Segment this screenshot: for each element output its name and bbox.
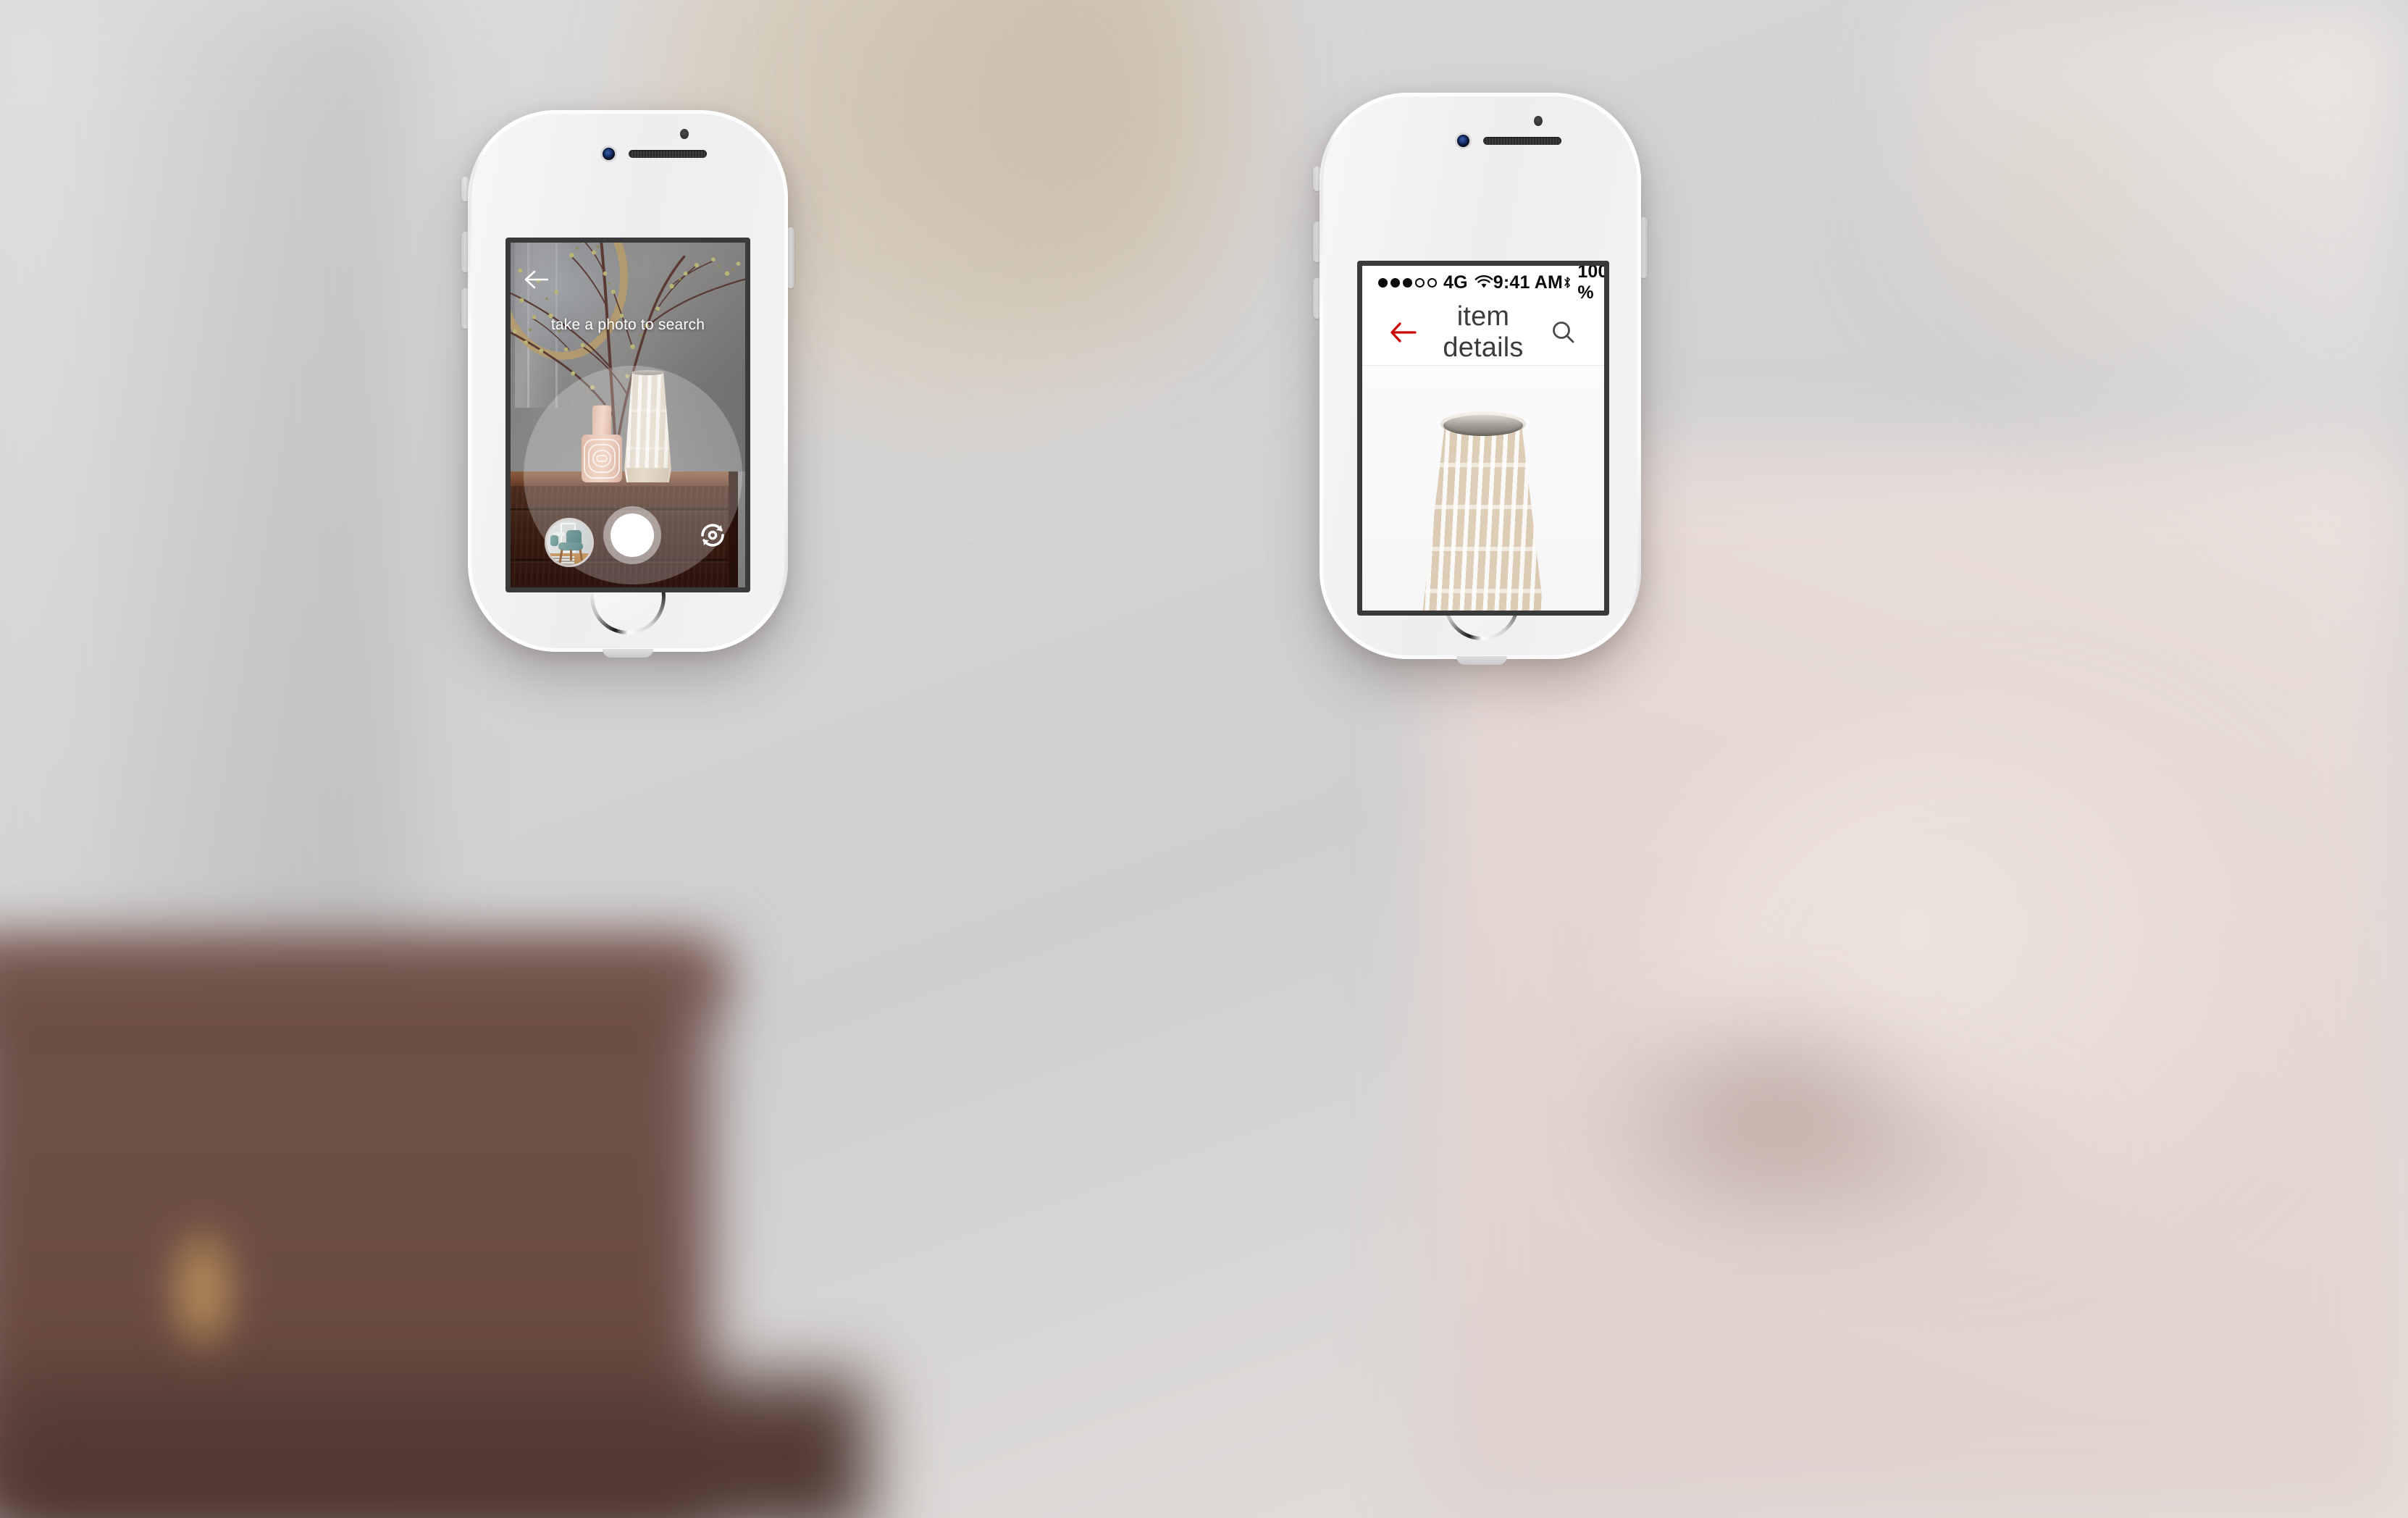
- backdrop-left-wall: [0, 0, 406, 1050]
- tall-vase-rim: [632, 370, 664, 376]
- product-vase-bands: [1403, 421, 1564, 611]
- right-phone-proximity-sensor: [1534, 116, 1543, 126]
- blurred-room-backdrop: [0, 0, 2408, 1518]
- product-vase-rim: [1443, 414, 1523, 436]
- camera-back-arrow-icon[interactable]: [524, 269, 548, 290]
- bluetooth-icon: [1564, 277, 1571, 288]
- shutter-button[interactable]: [611, 513, 654, 557]
- pink-vase-neck: [592, 406, 612, 438]
- product-image-carousel[interactable]: [1362, 366, 1604, 611]
- right-phone-front-camera: [1457, 135, 1469, 147]
- tall-vase-bands: [624, 372, 671, 482]
- viewfinder-right-wall: [737, 471, 745, 587]
- signal-strength-dots: [1378, 277, 1437, 288]
- gallery-thumbnail-icon[interactable]: [547, 520, 592, 565]
- status-bar: 4G 9:41 AM 100 %: [1362, 266, 1604, 303]
- tall-vase-base: [626, 468, 670, 482]
- right-phone-screen: 4G 9:41 AM 100 %: [1357, 261, 1609, 616]
- product-vase-image: [1388, 411, 1578, 611]
- back-arrow-icon: [1390, 322, 1417, 343]
- viewfinder-drawer-line-2: [511, 558, 745, 563]
- camera-viewfinder[interactable]: take a photo to search: [511, 243, 745, 587]
- app-screen: 4G 9:41 AM 100 %: [1362, 266, 1604, 611]
- right-phone-earpiece-speaker: [1483, 137, 1561, 145]
- left-phone-earpiece-speaker: [629, 150, 707, 158]
- network-type-label: 4G: [1443, 272, 1468, 293]
- status-bar-right: 100 %: [1563, 266, 1604, 303]
- nav-bar: item details: [1362, 299, 1604, 366]
- wifi-icon: [1474, 275, 1493, 288]
- battery-percent-label: 100 %: [1577, 266, 1604, 303]
- left-phone-screen: take a photo to search: [505, 238, 750, 592]
- left-phone-proximity-sensor: [680, 129, 689, 139]
- viewfinder-drawer-line-1: [511, 508, 745, 512]
- left-phone-bottom-notch: [603, 649, 653, 658]
- search-button[interactable]: [1542, 319, 1584, 345]
- viewfinder-tall-vase: [620, 370, 676, 482]
- camera-screen: take a photo to search: [511, 243, 745, 587]
- backdrop-drawer-handle: [170, 1224, 235, 1358]
- backdrop-right-light: [1901, 0, 2408, 652]
- search-icon: [1553, 321, 1574, 343]
- status-bar-time: 9:41 AM: [1493, 272, 1564, 293]
- viewfinder-pink-vase: [582, 404, 622, 482]
- status-bar-left: 4G: [1378, 272, 1493, 293]
- page-title: item details: [1443, 301, 1524, 363]
- backdrop-mirror-glow: [855, 0, 1304, 348]
- flip-camera-icon[interactable]: [695, 518, 730, 553]
- camera-hint-text: take a photo to search: [550, 316, 705, 333]
- nav-back-button[interactable]: [1383, 320, 1425, 345]
- backdrop-floor: [0, 1376, 869, 1518]
- pink-vase-pattern: [582, 435, 622, 482]
- right-phone-bottom-notch: [1456, 656, 1507, 665]
- left-phone-front-camera: [603, 148, 615, 160]
- backdrop-soft-shadow-2: [1597, 1065, 2104, 1253]
- registry-app: 4G 9:41 AM 100 %: [1362, 266, 1604, 611]
